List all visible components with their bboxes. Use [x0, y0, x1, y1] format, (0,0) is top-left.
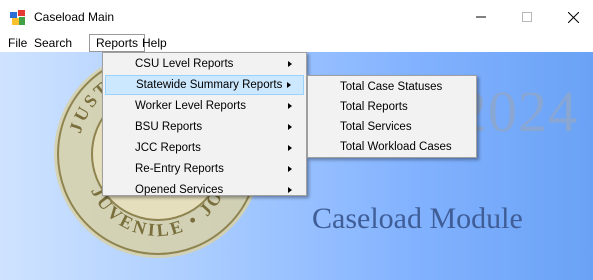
- menu-item-worker-level-reports[interactable]: Worker Level Reports: [105, 96, 304, 116]
- menu-search[interactable]: Search: [28, 34, 78, 52]
- menu-item-bsu-reports[interactable]: BSU Reports: [105, 117, 304, 137]
- window-title: Caseload Main: [34, 10, 115, 24]
- submenu-arrow-icon: [288, 166, 292, 172]
- menu-item-re-entry-reports[interactable]: Re-Entry Reports: [105, 159, 304, 179]
- reports-dropdown-menu: CSU Level Reports Statewide Summary Repo…: [102, 52, 307, 196]
- submenu-arrow-icon: [288, 124, 292, 130]
- submenu-item-total-case-statuses[interactable]: Total Case Statuses: [310, 77, 474, 97]
- menu-item-label: Opened Services: [135, 184, 224, 196]
- menu-item-label: Worker Level Reports: [135, 100, 246, 112]
- submenu-arrow-icon: [288, 61, 292, 67]
- minimize-button[interactable]: [458, 0, 504, 34]
- submenu-arrow-icon: [287, 82, 291, 88]
- submenu-item-total-workload-cases[interactable]: Total Workload Cases: [310, 137, 474, 157]
- menu-item-label: BSU Reports: [135, 121, 203, 133]
- menu-item-label: Statewide Summary Reports: [136, 79, 283, 91]
- close-button[interactable]: [550, 0, 593, 34]
- title-bar: Caseload Main: [0, 0, 593, 34]
- minimize-icon: [476, 16, 486, 18]
- close-icon: [567, 11, 579, 23]
- menu-item-jcc-reports[interactable]: JCC Reports: [105, 138, 304, 158]
- submenu-arrow-icon: [288, 103, 292, 109]
- menu-help[interactable]: Help: [136, 34, 173, 52]
- menu-item-label: JCC Reports: [135, 142, 201, 154]
- module-title: Caseload Module: [312, 202, 523, 235]
- maximize-button[interactable]: [504, 0, 550, 34]
- menu-item-statewide-summary-reports[interactable]: Statewide Summary Reports: [105, 75, 304, 95]
- menu-item-label: Re-Entry Reports: [135, 163, 224, 175]
- maximize-icon: [522, 12, 532, 22]
- statewide-summary-submenu: Total Case Statuses Total Reports Total …: [307, 75, 477, 158]
- menu-bar: File Search Reports Help: [0, 34, 593, 53]
- submenu-arrow-icon: [288, 145, 292, 151]
- menu-item-label: CSU Level Reports: [135, 58, 234, 70]
- submenu-item-total-reports[interactable]: Total Reports: [310, 97, 474, 117]
- menu-item-csu-level-reports[interactable]: CSU Level Reports: [105, 54, 304, 74]
- submenu-item-total-services[interactable]: Total Services: [310, 117, 474, 137]
- menu-item-opened-services[interactable]: Opened Services: [105, 180, 304, 200]
- submenu-arrow-icon: [288, 187, 292, 193]
- app-icon: [10, 10, 25, 25]
